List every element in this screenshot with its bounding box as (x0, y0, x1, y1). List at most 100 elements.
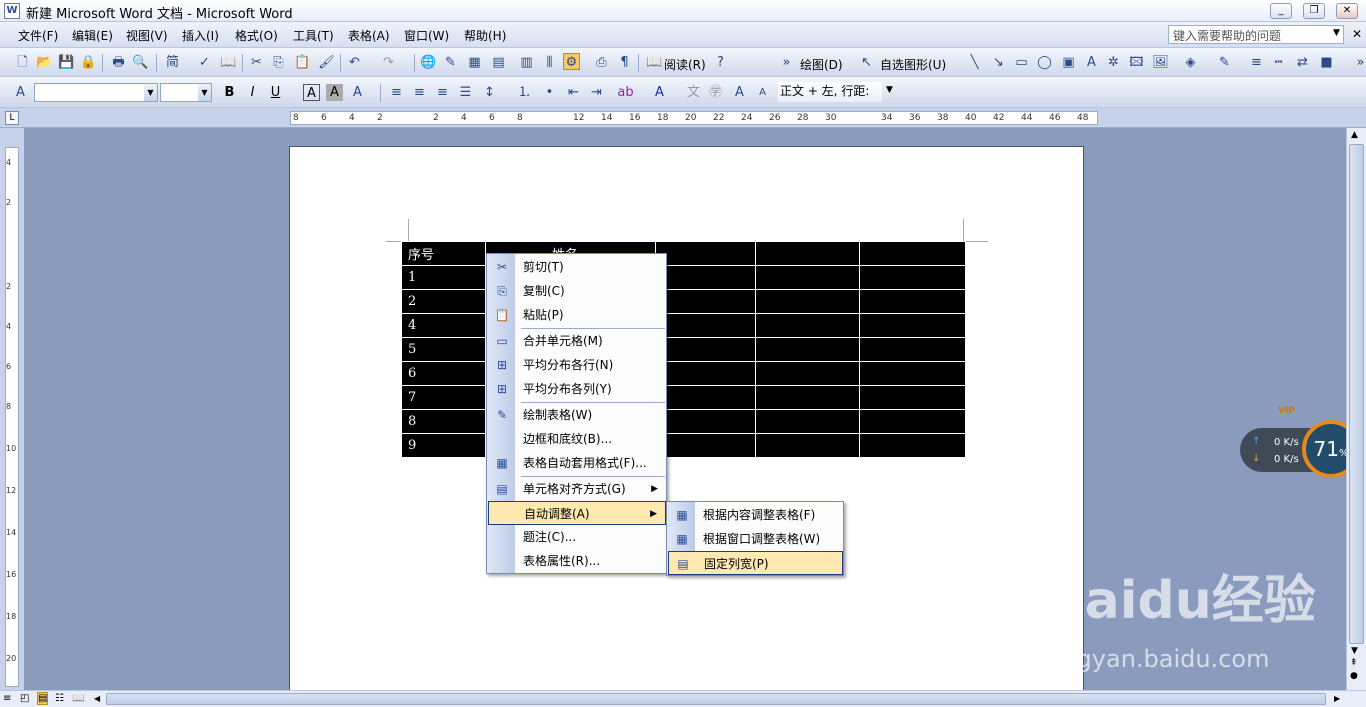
document-map-icon[interactable]: ⚙ (563, 53, 580, 70)
vertical-scrollbar[interactable]: ▲ ▼ ⇞ ● (1346, 128, 1366, 690)
help-dropdown-icon[interactable]: ▼ (1333, 28, 1340, 38)
char-border-icon[interactable]: A (303, 84, 320, 101)
cut-icon[interactable]: ✂ (248, 54, 265, 71)
table-cell[interactable]: 5 (401, 337, 486, 362)
autoshapes-button[interactable]: 自选图形(U) (880, 56, 946, 73)
line-style-icon[interactable]: ≡ (1248, 54, 1265, 71)
horizontal-scrollbar-thumb[interactable] (106, 693, 1326, 705)
simplified-icon[interactable]: 简 (164, 54, 181, 71)
paste-icon[interactable]: 📋 (294, 54, 311, 71)
diagram-icon[interactable]: ✲ (1105, 54, 1122, 71)
menu-item-cell-alignment[interactable]: ▤ 单元格对齐方式(G) ▶ (488, 477, 666, 501)
reading-view-icon[interactable]: 📖 (72, 693, 84, 704)
bullets-icon[interactable]: • (541, 84, 558, 101)
close-button[interactable]: ✕ (1336, 3, 1358, 19)
bold-icon[interactable]: B (221, 84, 238, 101)
align-left-icon[interactable]: ≡ (388, 84, 405, 101)
save-icon[interactable]: 💾 (58, 54, 75, 71)
research-icon[interactable]: 📖 (220, 54, 237, 71)
word-app-icon[interactable]: W (4, 3, 20, 19)
menu-tools[interactable]: 工具(T) (293, 27, 334, 44)
copy-icon[interactable]: ⎘ (270, 54, 287, 71)
enclose-char-icon[interactable]: ㊫ (707, 84, 724, 101)
table-cell[interactable] (655, 361, 756, 386)
char-scaling-icon[interactable]: A (349, 84, 366, 101)
print-view-icon[interactable]: ▤ (37, 692, 49, 705)
hyperlink-icon[interactable]: 🌐 (420, 54, 437, 71)
table-cell[interactable] (859, 265, 966, 290)
style-display[interactable]: 正文 + 左, 行距: (778, 82, 882, 102)
select-objects-icon[interactable]: ↖ (858, 54, 875, 71)
drawing-icon[interactable]: ⫼ (541, 54, 558, 71)
table-cell[interactable] (859, 385, 966, 410)
menu-view[interactable]: 视图(V) (126, 27, 168, 44)
underline-icon[interactable]: U (267, 84, 284, 101)
menu-help[interactable]: 帮助(H) (464, 27, 506, 44)
arrow-style-icon[interactable]: ⇄ (1294, 54, 1311, 71)
table-cell[interactable] (755, 409, 860, 434)
table-cell[interactable] (755, 433, 860, 458)
table-cell[interactable] (655, 265, 756, 290)
table-cell[interactable] (655, 313, 756, 338)
table-cell[interactable]: 8 (401, 409, 486, 434)
justify-icon[interactable]: ☰ (457, 84, 474, 101)
close-doc-icon[interactable]: ✕ (1352, 27, 1362, 41)
arrow-icon[interactable]: ↘ (990, 54, 1007, 71)
table-cell[interactable] (755, 385, 860, 410)
toolbar-options-icon[interactable]: ▼ (886, 85, 893, 95)
table-cell[interactable] (859, 361, 966, 386)
font-color-icon[interactable]: A (651, 84, 668, 101)
wordart-icon[interactable]: A (1083, 54, 1100, 71)
table-cell[interactable] (755, 337, 860, 362)
numbering-icon[interactable]: ⒈ (516, 84, 533, 101)
scroll-right-icon[interactable]: ▶ (1334, 694, 1340, 703)
menu-window[interactable]: 窗口(W) (404, 27, 449, 44)
font-size-combo[interactable]: ▼ (160, 83, 212, 102)
table-cell[interactable] (655, 241, 756, 266)
insert-excel-icon[interactable]: ▤ (490, 54, 507, 71)
insert-table-icon[interactable]: ▦ (466, 54, 483, 71)
submenu-item-fixed-column-width[interactable]: ▤ 固定列宽(P) (668, 551, 843, 575)
table-cell[interactable] (655, 289, 756, 314)
scroll-left-icon[interactable]: ◀ (94, 694, 100, 703)
line-color-icon[interactable]: ✎ (1216, 54, 1233, 71)
table-cell[interactable] (859, 289, 966, 314)
table-cell[interactable]: 7 (401, 385, 486, 410)
shrink-font-icon[interactable]: A (754, 84, 771, 101)
menu-edit[interactable]: 编辑(E) (72, 27, 113, 44)
new-doc-icon[interactable]: 🗋 (14, 54, 31, 71)
menu-item-autoformat[interactable]: ▦ 表格自动套用格式(F)... (488, 451, 666, 475)
table-cell[interactable]: 1 (401, 265, 486, 290)
menu-item-table-properties[interactable]: 表格属性(R)... (488, 549, 666, 573)
dash-style-icon[interactable]: ┅ (1270, 54, 1287, 71)
previous-page-icon[interactable]: ⇞ (1350, 658, 1358, 668)
undo-icon[interactable]: ↶ (346, 54, 363, 71)
menu-item-cut[interactable]: ✂ 剪切(T) (488, 255, 666, 279)
table-cell[interactable] (859, 241, 966, 266)
network-speed-widget[interactable]: ↑ 0 K/s ↓ 0 K/s 71% VIP (1238, 406, 1362, 480)
table-cell[interactable]: 4 (401, 313, 486, 338)
oval-icon[interactable]: ◯ (1036, 54, 1053, 71)
table-cell[interactable] (655, 385, 756, 410)
rectangle-icon[interactable]: ▭ (1013, 54, 1030, 71)
increase-indent-icon[interactable]: ⇥ (588, 84, 605, 101)
styles-pane-icon[interactable]: A (12, 84, 29, 101)
char-shading-icon[interactable]: A (326, 84, 343, 101)
format-painter-icon[interactable]: 🖌 (318, 54, 335, 71)
toolbar-options-icon[interactable]: » (778, 54, 795, 71)
read-button[interactable]: 阅读(R) (664, 56, 706, 73)
table-cell[interactable]: 2 (401, 289, 486, 314)
table-cell[interactable] (755, 265, 860, 290)
align-right-icon[interactable]: ≡ (434, 84, 451, 101)
menu-item-draw-table[interactable]: ✎ 绘制表格(W) (488, 403, 666, 427)
menu-item-distribute-columns[interactable]: ⊞ 平均分布各列(Y) (488, 377, 666, 401)
menu-table[interactable]: 表格(A) (348, 27, 390, 44)
horizontal-scrollbar[interactable]: ≡ ◰ ▤ ☷ 📖 ◀ ▶ (0, 690, 1366, 707)
print-preview-icon[interactable]: 🔍 (132, 54, 149, 71)
decrease-indent-icon[interactable]: ⇤ (565, 84, 582, 101)
picture-icon[interactable]: 🖼 (1152, 54, 1169, 71)
scroll-up-icon[interactable]: ▲ (1351, 130, 1358, 140)
table-cell[interactable] (755, 241, 860, 266)
scroll-down-icon[interactable]: ▼ (1351, 646, 1358, 656)
table-cell[interactable]: 6 (401, 361, 486, 386)
